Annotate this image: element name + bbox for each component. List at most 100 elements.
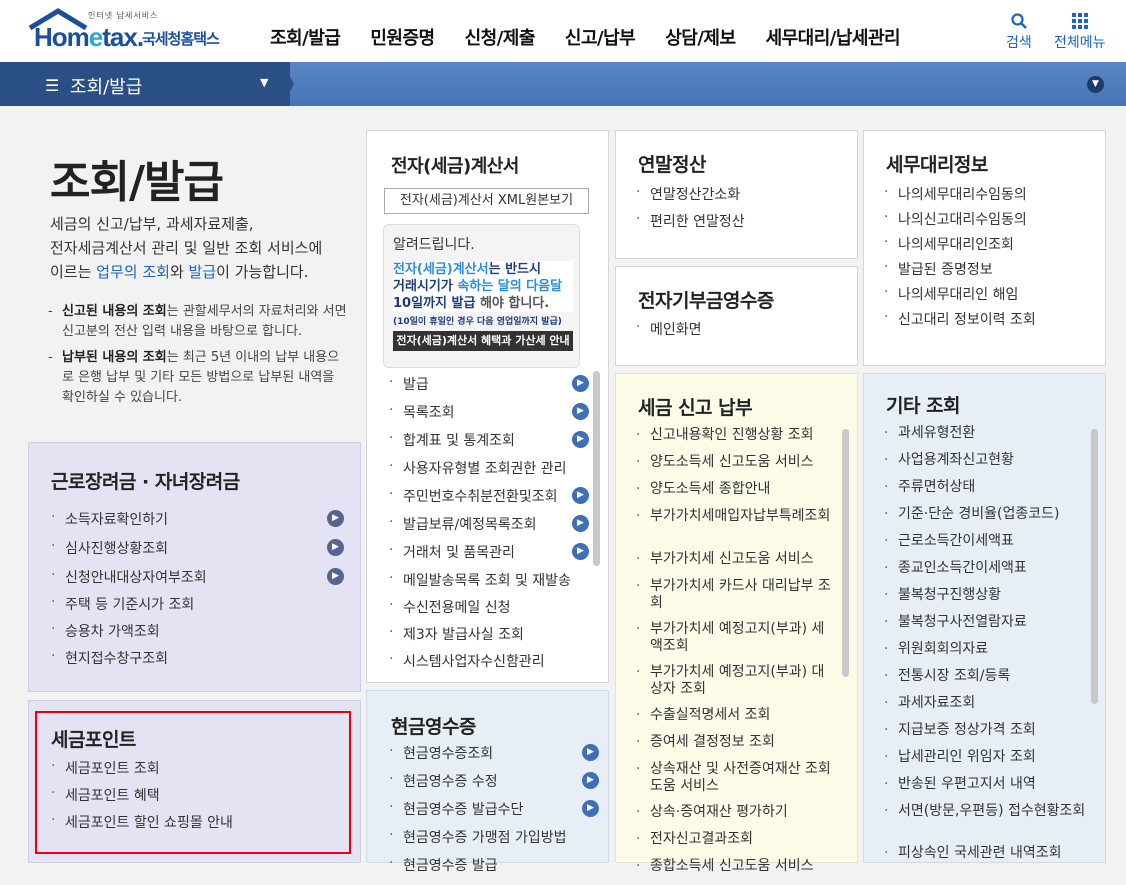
list-item[interactable]: 종합소득세 신고도움 서비스: [636, 858, 832, 885]
list-item[interactable]: 나의세무대리수임동의: [884, 184, 1094, 209]
list-item[interactable]: 종교인소득간이세액표: [884, 560, 1089, 587]
panel-title: 전자(세금)계산서: [391, 156, 519, 177]
list-item[interactable]: 수신전용메일 신청: [389, 597, 589, 624]
list-item[interactable]: 과세유형전환: [884, 425, 1089, 452]
go-arrow-icon[interactable]: ▶: [327, 510, 344, 527]
list-item[interactable]: 납세관리인 위임자 조회: [884, 749, 1089, 776]
list-item[interactable]: 현지접수창구조회: [51, 648, 344, 675]
list-item[interactable]: 편리한 연말정산: [636, 211, 846, 238]
nav-consult-report[interactable]: 상담/제보: [665, 24, 736, 50]
benefit-penalty-guide-button[interactable]: 전자(세금)계산서 혜택과 가산세 안내: [393, 331, 573, 351]
nav-tax-agent[interactable]: 세무대리/납세관리: [766, 24, 901, 50]
list-item[interactable]: 사업용계좌신고현황: [884, 452, 1089, 479]
caret-down-icon[interactable]: ▼: [260, 76, 268, 89]
list-item[interactable]: 신고내용확인 진행상황 조회: [636, 427, 832, 454]
list-item[interactable]: 근로소득간이세액표: [884, 533, 1089, 560]
list-item[interactable]: 지급보증 정상가격 조회: [884, 722, 1089, 749]
search-button[interactable]: 검색: [1006, 10, 1032, 52]
nav-inquiry-issue[interactable]: 조회/발급: [270, 24, 341, 50]
list-item[interactable]: 나의신고대리수임동의: [884, 209, 1094, 234]
go-arrow-icon[interactable]: ▶: [582, 772, 599, 789]
list-item[interactable]: 현금영수증 가맹점 가입방법: [389, 827, 599, 855]
list-item[interactable]: 발급된 증명정보: [884, 259, 1094, 284]
list-item[interactable]: 심사진행상황조회▶: [51, 538, 344, 567]
list-item[interactable]: 발급보류/예정목록조회▶: [389, 514, 589, 542]
list-item[interactable]: 메인화면: [636, 319, 846, 346]
list-item[interactable]: 부가가치세매입자납부특례조회: [636, 508, 832, 551]
labor-incentive-panel: 근로장려금 · 자녀장려금 소득자료확인하기▶ 심사진행상황조회▶ 신청안내대상…: [28, 442, 361, 692]
expand-circle-icon[interactable]: ▼: [1087, 76, 1104, 93]
list-item[interactable]: 사용자유형별 조회권한 관리: [389, 458, 589, 486]
donation-list: 메인화면: [636, 319, 846, 346]
tax-filing-scrollbar[interactable]: [842, 429, 849, 677]
list-item[interactable]: 현금영수증 수정▶: [389, 771, 599, 799]
list-item[interactable]: 피상속인 국세관련 내역조회: [884, 845, 1089, 872]
list-item[interactable]: 부가가치세 예정고지(부과) 세액조회: [636, 621, 832, 664]
e-invoice-scrollbar[interactable]: [593, 371, 600, 566]
list-item[interactable]: 전자신고결과조회: [636, 831, 832, 858]
list-item[interactable]: 기준·단순 경비율(업종코드): [884, 506, 1089, 533]
list-item[interactable]: 나의세무대리인 해임: [884, 284, 1094, 309]
list-item[interactable]: 현금영수증조회▶: [389, 743, 599, 771]
list-item[interactable]: 나의세무대리인조회: [884, 234, 1094, 259]
list-item[interactable]: 주류면허상태: [884, 479, 1089, 506]
list-item[interactable]: 발급▶: [389, 374, 589, 402]
list-item[interactable]: 주택 등 기준시가 조회: [51, 594, 344, 621]
go-arrow-icon[interactable]: ▶: [582, 800, 599, 817]
list-item[interactable]: 거래처 및 품목관리▶: [389, 542, 589, 570]
go-arrow-icon[interactable]: ▶: [572, 487, 589, 504]
list-item[interactable]: 상속·증여재산 평가하기: [636, 804, 832, 831]
e-invoice-list: 발급▶ 목록조회▶ 합계표 및 통계조회▶ 사용자유형별 조회권한 관리 주민번…: [389, 374, 589, 678]
list-item[interactable]: 현금영수증 발급: [389, 855, 599, 883]
list-item[interactable]: 승용차 가액조회: [51, 621, 344, 648]
nav-file-pay[interactable]: 신고/납부: [565, 24, 636, 50]
list-item[interactable]: 증여세 결정정보 조회: [636, 734, 832, 761]
panel-title: 근로장려금 · 자녀장려금: [51, 471, 240, 493]
nav-certificates[interactable]: 민원증명: [370, 24, 435, 50]
list-item[interactable]: 양도소득세 종합안내: [636, 481, 832, 508]
list-item[interactable]: 연말정산간소화: [636, 184, 846, 211]
list-item[interactable]: 부가가치세 예정고지(부과) 대상자 조회: [636, 664, 832, 707]
intro-desc-line: 이르는 업무의 조회와 발급이 가능합니다.: [50, 263, 309, 281]
list-item[interactable]: 신청안내대상자여부조회▶: [51, 567, 344, 594]
go-arrow-icon[interactable]: ▶: [327, 539, 344, 556]
nav-apply-submit[interactable]: 신청/제출: [465, 24, 536, 50]
list-item[interactable]: 소득자료확인하기▶: [51, 509, 344, 538]
list-item[interactable]: 합계표 및 통계조회▶: [389, 430, 589, 458]
issue-link[interactable]: 발급: [189, 263, 217, 281]
list-item[interactable]: 부가가치세 카드사 대리납부 조회: [636, 578, 832, 621]
list-item[interactable]: 현금영수증 발급수단▶: [389, 799, 599, 827]
go-arrow-icon[interactable]: ▶: [582, 744, 599, 761]
list-item[interactable]: 전통시장 조회/등록: [884, 668, 1089, 695]
go-arrow-icon[interactable]: ▶: [572, 375, 589, 392]
go-arrow-icon[interactable]: ▶: [327, 568, 344, 585]
go-arrow-icon[interactable]: ▶: [572, 543, 589, 560]
all-menu-button[interactable]: 전체메뉴: [1054, 10, 1106, 52]
other-inquiry-scrollbar[interactable]: [1091, 429, 1098, 704]
logo-subtitle: 인터넷 납세서비스: [88, 11, 159, 20]
list-item[interactable]: 양도소득세 신고도움 서비스: [636, 454, 832, 481]
list-item[interactable]: 위원회회의자료: [884, 641, 1089, 668]
current-menu-selector[interactable]: [0, 62, 290, 106]
go-arrow-icon[interactable]: ▶: [572, 431, 589, 448]
list-item[interactable]: 메일발송목록 조회 및 재발송: [389, 570, 589, 597]
list-item[interactable]: 수출실적명세서 조회: [636, 707, 832, 734]
list-item[interactable]: 목록조회▶: [389, 402, 589, 430]
list-item[interactable]: 신고대리 정보이력 조회: [884, 309, 1094, 334]
list-item[interactable]: 반송된 우편고지서 내역: [884, 776, 1089, 803]
inquiry-link[interactable]: 업무의 조회: [96, 263, 170, 281]
list-item[interactable]: 제3자 발급사실 조회: [389, 624, 589, 651]
list-item[interactable]: 불복청구사전열람자료: [884, 614, 1089, 641]
xml-original-view-button[interactable]: 전자(세금)계산서 XML원본보기: [384, 188, 589, 214]
list-item[interactable]: 과세자료조회: [884, 695, 1089, 722]
e-invoice-panel: 전자(세금)계산서 전자(세금)계산서 XML원본보기 알려드립니다. 전자(세…: [366, 130, 609, 683]
go-arrow-icon[interactable]: ▶: [572, 515, 589, 532]
list-item[interactable]: 불복청구진행상황: [884, 587, 1089, 614]
list-item[interactable]: 상속재산 및 사전증여재산 조회 도움 서비스: [636, 761, 832, 804]
hometax-logo[interactable]: 인터넷 납세서비스 Hometax. 국세청홈택스: [28, 8, 233, 52]
list-item[interactable]: 주민번호수취분전환및조회▶: [389, 486, 589, 514]
go-arrow-icon[interactable]: ▶: [572, 403, 589, 420]
list-item[interactable]: 서면(방문,우편등) 접수현황조회: [884, 803, 1089, 845]
list-item[interactable]: 부가가치세 신고도움 서비스: [636, 551, 832, 578]
list-item[interactable]: 시스템사업자수신함관리: [389, 651, 589, 678]
